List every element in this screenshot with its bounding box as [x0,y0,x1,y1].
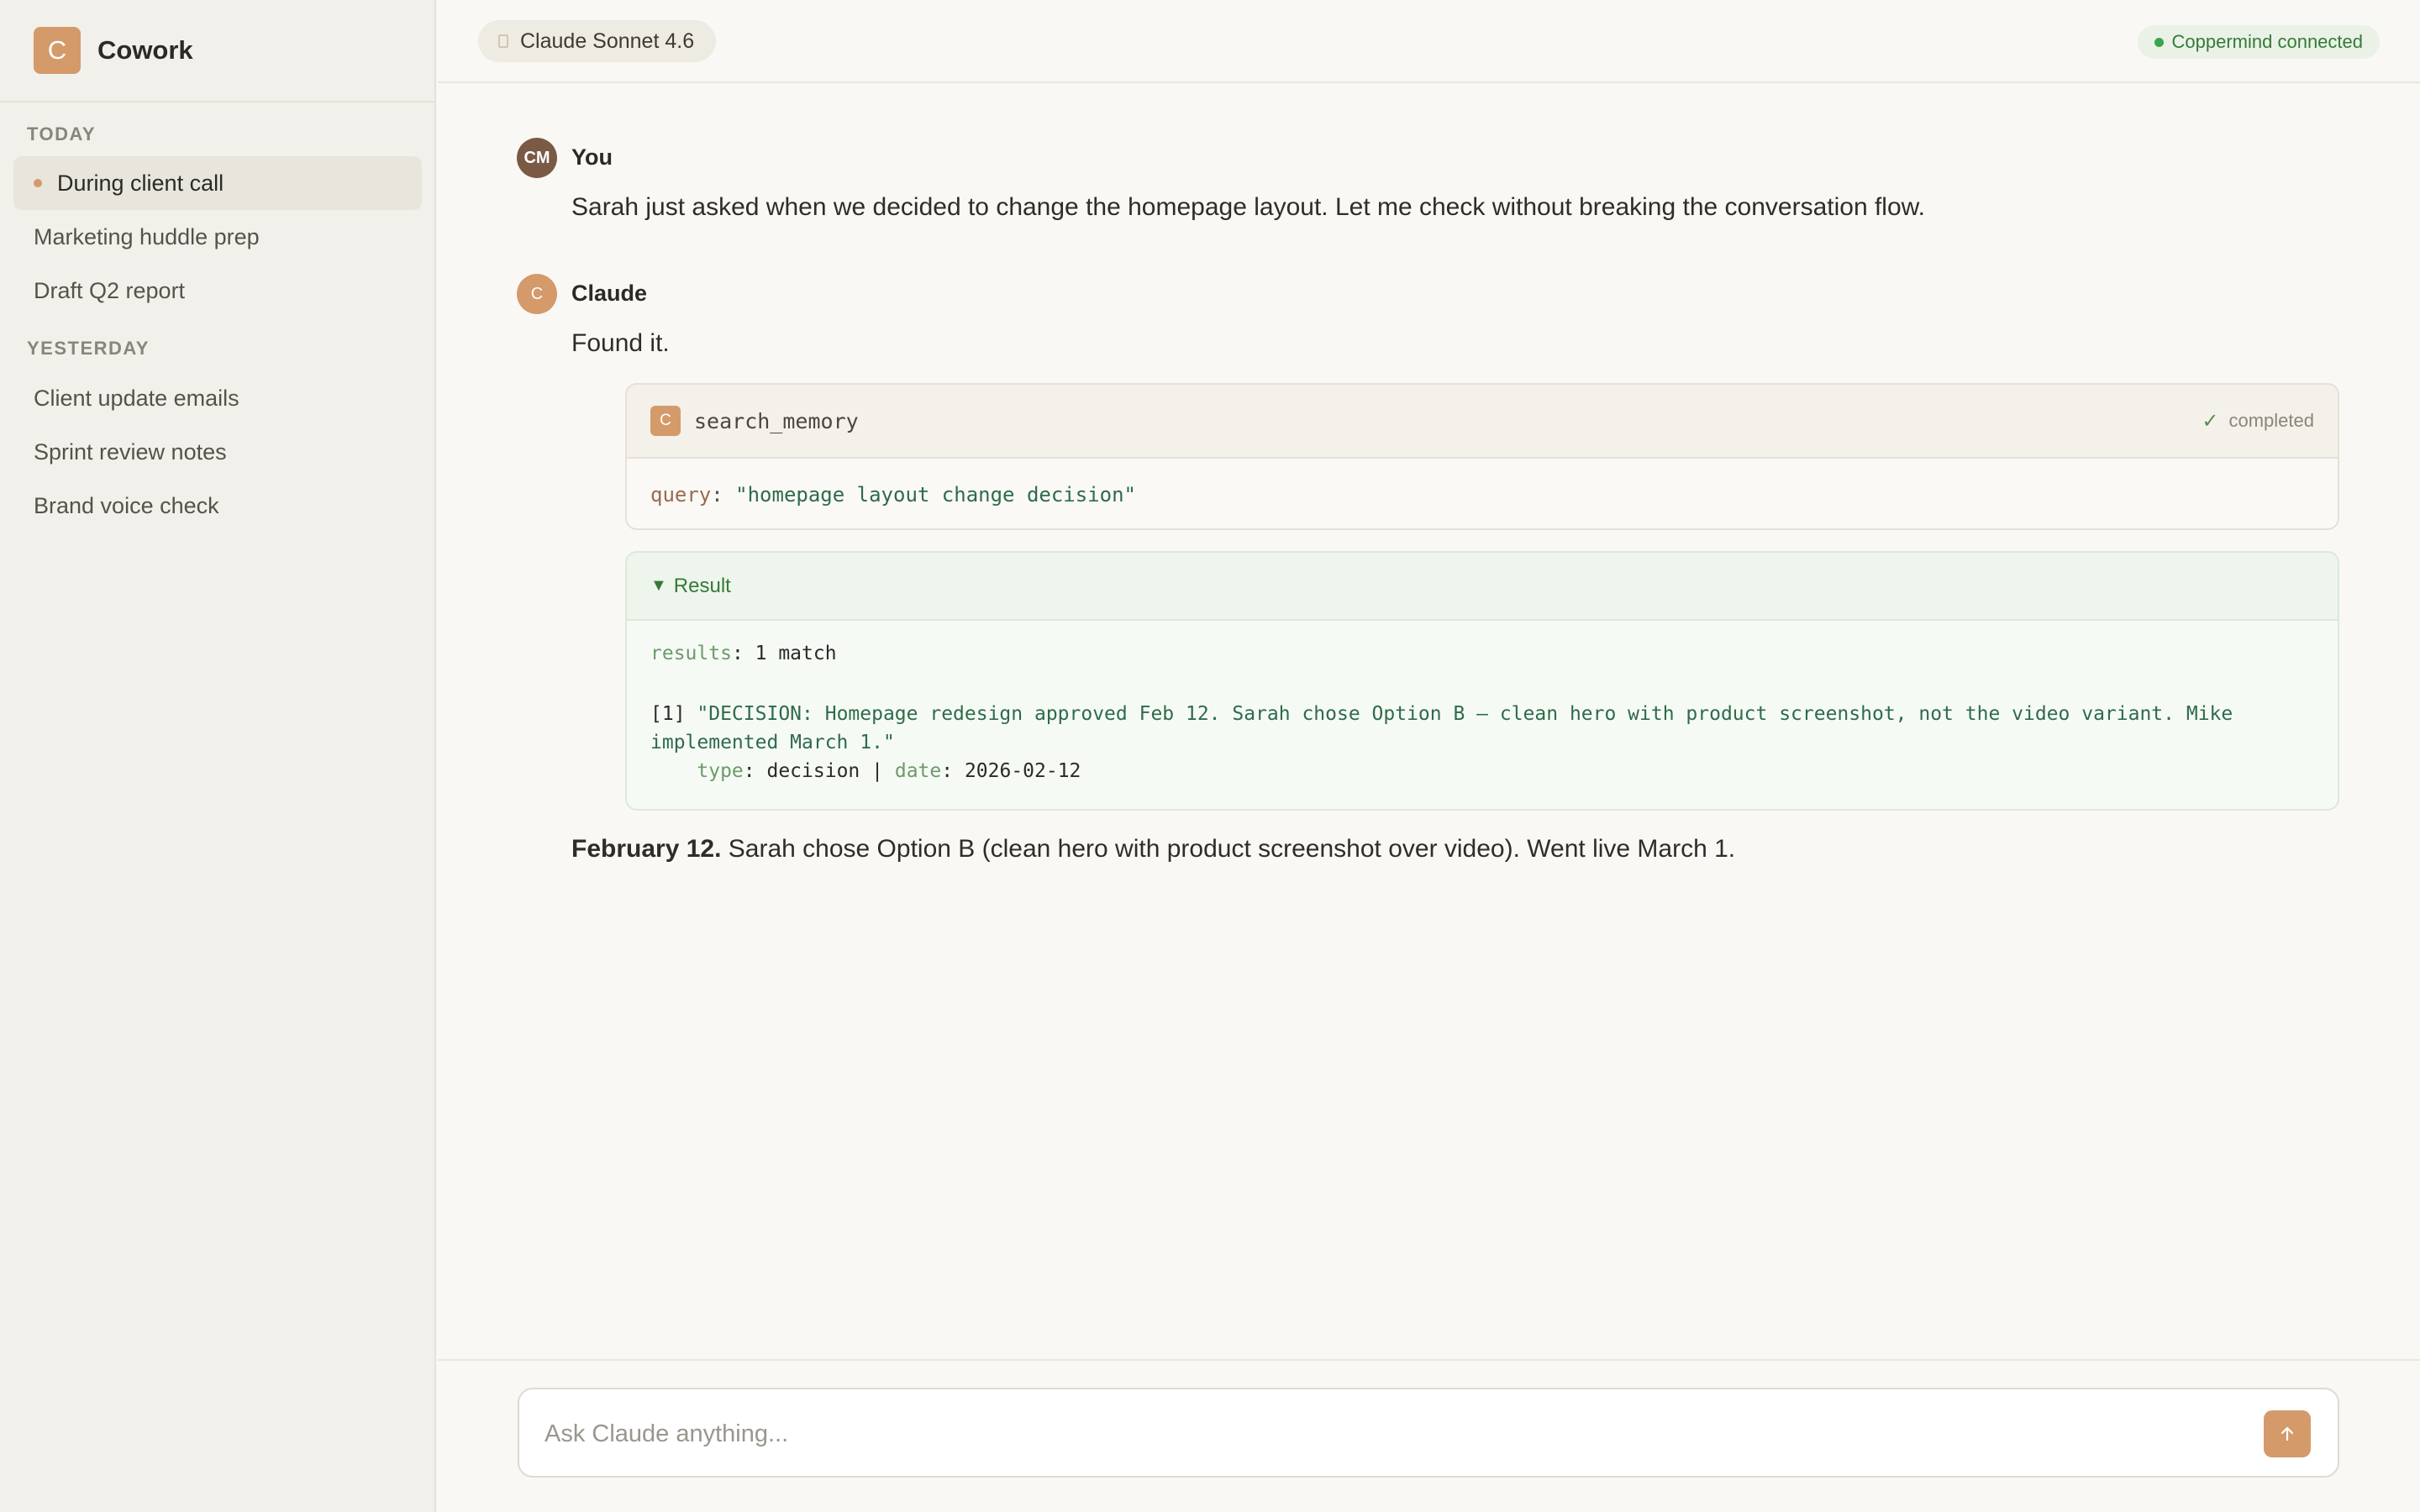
model-selector[interactable]: Claude Sonnet 4.6 [478,20,717,62]
sidebar-item-label: Brand voice check [34,492,219,518]
match-meta-line: type: decision | date: 2026-02-12 [697,760,1081,782]
composer-divider [438,1359,2420,1361]
model-name: Claude Sonnet 4.6 [520,29,695,53]
param-key: query [650,482,712,507]
type-value: decision [766,760,860,782]
tool-status: ✓ completed [2202,409,2314,433]
assistant-avatar: C [517,274,557,314]
send-arrow-icon [2281,1426,2294,1441]
tool-call-params: query: "homepage layout change decision" [627,459,2338,528]
user-name: You [571,144,613,170]
tool-call-header[interactable]: C search_memory ✓ completed [627,385,2338,459]
final-answer-date: February 12. [571,835,722,863]
assistant-final-answer: February 12. Sarah chose Option B (clean… [571,835,1735,864]
sidebar: C Cowork TODAY During client call Market… [0,0,436,1512]
model-icon [498,34,508,48]
section-label-today: TODAY [27,123,97,144]
assistant-name: Claude [571,281,648,306]
check-icon: ✓ [2202,409,2219,433]
match-line-2: implemented March 1." [650,732,895,753]
sidebar-item-draft-q2-report[interactable]: Draft Q2 report [13,264,422,318]
results-value: 1 match [755,643,837,664]
active-dot-icon [34,179,42,187]
sidebar-item-label: During client call [57,170,224,196]
brand-logo: C [34,27,81,74]
results-count-line: results: 1 match [650,643,837,664]
result-body: results: 1 match [1] "DECISION: Homepage… [627,621,2338,785]
tool-icon: C [650,406,681,436]
sidebar-item-client-update-emails[interactable]: Client update emails [13,371,422,425]
sidebar-item-sprint-review-notes[interactable]: Sprint review notes [13,425,422,479]
tool-call-card[interactable]: C search_memory ✓ completed query: "home… [625,383,2339,530]
connection-status-badge: Coppermind connected [2137,25,2380,59]
brand: C Cowork [0,0,434,102]
status-dot-icon [2154,37,2164,47]
type-key: type [697,760,744,782]
result-card: ▼ Result results: 1 match [1] "DECISION:… [625,551,2339,811]
final-answer-text: Sarah chose Option B (clean hero with pr… [728,835,1736,863]
param-value: "homepage layout change decision" [735,482,1136,507]
topbar: Claude Sonnet 4.6 Coppermind connected [438,0,2420,83]
result-header-label: Result [673,574,731,597]
match-line-1: [1] "DECISION: Homepage redesign approve… [650,700,2314,728]
message-input[interactable] [544,1413,2208,1455]
sidebar-item-during-client-call[interactable]: During client call [13,156,422,210]
user-avatar: CM [517,138,557,178]
sidebar-item-label: Marketing huddle prep [34,223,260,249]
sidebar-item-label: Draft Q2 report [34,277,186,303]
param-colon: : [711,482,736,507]
results-key: results [650,643,732,664]
sidebar-item-marketing-huddle-prep[interactable]: Marketing huddle prep [13,210,422,264]
connection-status-text: Coppermind connected [2171,31,2363,52]
section-label-yesterday: YESTERDAY [27,338,150,359]
sidebar-item-label: Sprint review notes [34,438,227,465]
brand-name: Cowork [97,35,193,65]
result-toggle[interactable]: ▼ Result [627,553,2338,621]
send-button[interactable] [2264,1410,2311,1457]
match-text: "DECISION: Homepage redesign approved Fe… [697,703,2233,725]
assistant-intro: Found it. [571,329,670,357]
date-key: date [894,760,942,782]
tool-name: search_memory [694,408,859,433]
composer [518,1388,2339,1478]
caret-down-icon: ▼ [650,576,667,595]
sidebar-item-brand-voice-check[interactable]: Brand voice check [13,479,422,533]
match-index: [1] [650,703,686,725]
meta-separator: | [871,760,883,782]
sidebar-item-label: Client update emails [34,385,239,411]
tool-status-text: completed [2228,410,2314,431]
user-message: Sarah just asked when we decided to chan… [571,193,1926,221]
date-value: 2026-02-12 [964,760,1081,782]
